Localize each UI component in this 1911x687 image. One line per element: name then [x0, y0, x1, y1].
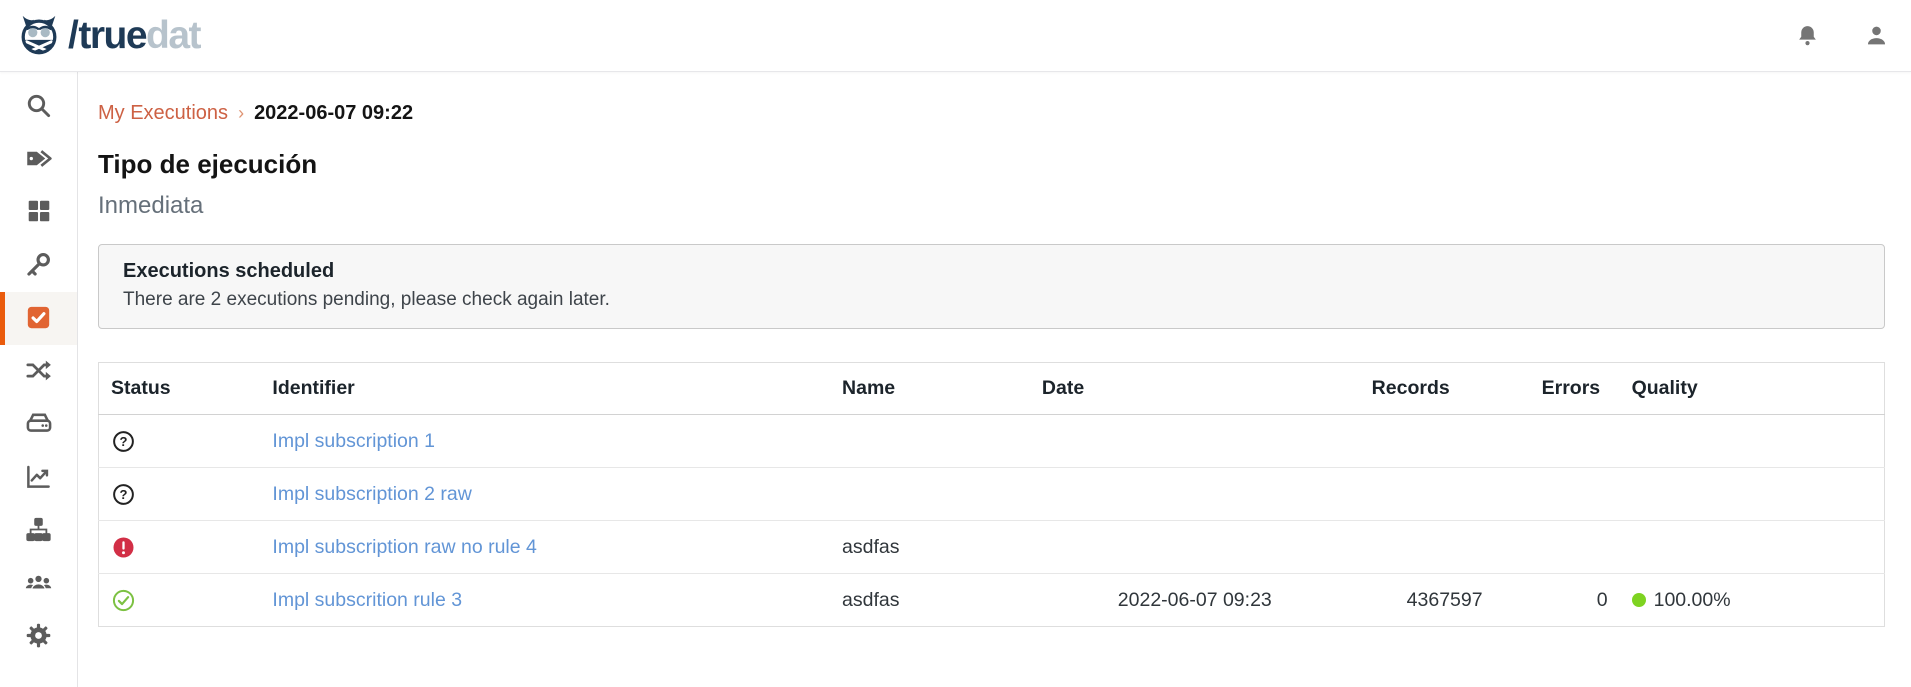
cell-errors: 0 [1530, 574, 1620, 627]
quality-percentage: 100.00% [1654, 589, 1731, 612]
cell-errors [1530, 521, 1620, 574]
sidebar-item-shuffle[interactable] [0, 345, 77, 398]
shuffle-icon [25, 357, 52, 387]
breadcrumb-separator-icon: › [238, 103, 244, 124]
main-content: My Executions › 2022-06-07 09:22 Tipo de… [78, 72, 1911, 687]
brand-slash: / [64, 14, 78, 57]
cell-records: 4367597 [1360, 574, 1530, 627]
brand-name-primary: true [78, 14, 146, 57]
breadcrumb-current: 2022-06-07 09:22 [254, 102, 413, 125]
executions-scheduled-alert: Executions scheduled There are 2 executi… [98, 244, 1885, 329]
header-actions [1795, 23, 1911, 48]
cell-name [830, 468, 1030, 521]
table-row: Impl subscription raw no rule 4 asdfas [99, 521, 1885, 574]
key-icon [25, 251, 52, 281]
cell-date: 2022-06-07 09:23 [1030, 574, 1360, 627]
brand-name-secondary: dat [146, 14, 200, 57]
sidebar-item-key[interactable] [0, 239, 77, 292]
brand-logo[interactable]: /truedat [0, 13, 200, 59]
cell-records [1360, 415, 1530, 468]
gear-icon [25, 622, 52, 652]
column-header-name: Name [830, 363, 1030, 415]
sidebar-item-charts[interactable] [0, 451, 77, 504]
status-pending-icon: ? [111, 429, 248, 454]
column-header-identifier: Identifier [260, 363, 830, 415]
cell-records [1360, 521, 1530, 574]
quality-value: 100.00% [1632, 589, 1872, 612]
page-title: Tipo de ejecución [98, 149, 1885, 180]
implementation-link[interactable]: Impl subscription raw no rule 4 [272, 536, 536, 558]
sidebar-item-storage[interactable] [0, 398, 77, 451]
column-header-records: Records [1360, 363, 1530, 415]
cell-quality [1620, 468, 1885, 521]
sidebar-item-search[interactable] [0, 80, 77, 133]
status-success-icon [111, 588, 248, 613]
cell-errors [1530, 468, 1620, 521]
sidebar-item-executions[interactable] [0, 292, 77, 345]
execution-type-value: Inmediata [98, 192, 1885, 220]
table-row: ? Impl subscription 2 raw [99, 468, 1885, 521]
sidebar-item-tags[interactable] [0, 133, 77, 186]
sidebar-item-users[interactable] [0, 557, 77, 610]
breadcrumb: My Executions › 2022-06-07 09:22 [98, 102, 1885, 125]
status-error-icon [111, 535, 248, 560]
cell-errors [1530, 415, 1620, 468]
sidebar [0, 72, 78, 687]
cell-name: asdfas [830, 574, 1030, 627]
sidebar-item-settings[interactable] [0, 610, 77, 663]
sidebar-item-grid[interactable] [0, 186, 77, 239]
implementation-link[interactable]: Impl subscription 1 [272, 430, 435, 452]
cell-quality [1620, 521, 1885, 574]
svg-text:?: ? [120, 486, 128, 501]
column-header-quality: Quality [1620, 363, 1885, 415]
column-header-date: Date [1030, 363, 1360, 415]
users-icon [24, 568, 53, 600]
cell-name: asdfas [830, 521, 1030, 574]
check-square-icon [25, 304, 52, 334]
owl-logo-icon [16, 13, 62, 59]
cell-date [1030, 415, 1360, 468]
top-header: /truedat [0, 0, 1911, 72]
brand-wordmark: /truedat [64, 16, 200, 55]
cell-name [830, 415, 1030, 468]
cell-date [1030, 468, 1360, 521]
status-pending-icon: ? [111, 482, 248, 507]
table-header-row: Status Identifier Name Date Records Erro… [99, 363, 1885, 415]
alert-message: There are 2 executions pending, please c… [123, 289, 1860, 311]
implementation-link[interactable]: Impl subscription 2 raw [272, 483, 471, 505]
cell-records [1360, 468, 1530, 521]
cell-date [1030, 521, 1360, 574]
notifications-bell-icon[interactable] [1795, 23, 1820, 48]
implementation-link[interactable]: Impl subscrition rule 3 [272, 589, 462, 611]
alert-title: Executions scheduled [123, 260, 1860, 283]
table-row: Impl subscrition rule 3 asdfas 2022-06-0… [99, 574, 1885, 627]
tags-icon [25, 145, 52, 175]
breadcrumb-link-my-executions[interactable]: My Executions [98, 102, 228, 125]
grid-modules-icon [26, 198, 52, 227]
column-header-status: Status [99, 363, 261, 415]
quality-ok-dot-icon [1632, 593, 1646, 607]
search-icon [25, 92, 52, 122]
sitemap-icon [25, 516, 52, 546]
svg-text:?: ? [120, 433, 128, 448]
table-row: ? Impl subscription 1 [99, 415, 1885, 468]
executions-table: Status Identifier Name Date Records Erro… [98, 362, 1885, 627]
sidebar-item-sitemap[interactable] [0, 504, 77, 557]
chart-line-icon [25, 463, 52, 493]
cell-quality [1620, 415, 1885, 468]
column-header-errors: Errors [1530, 363, 1620, 415]
user-profile-icon[interactable] [1864, 23, 1889, 48]
storage-drive-icon [25, 409, 53, 440]
